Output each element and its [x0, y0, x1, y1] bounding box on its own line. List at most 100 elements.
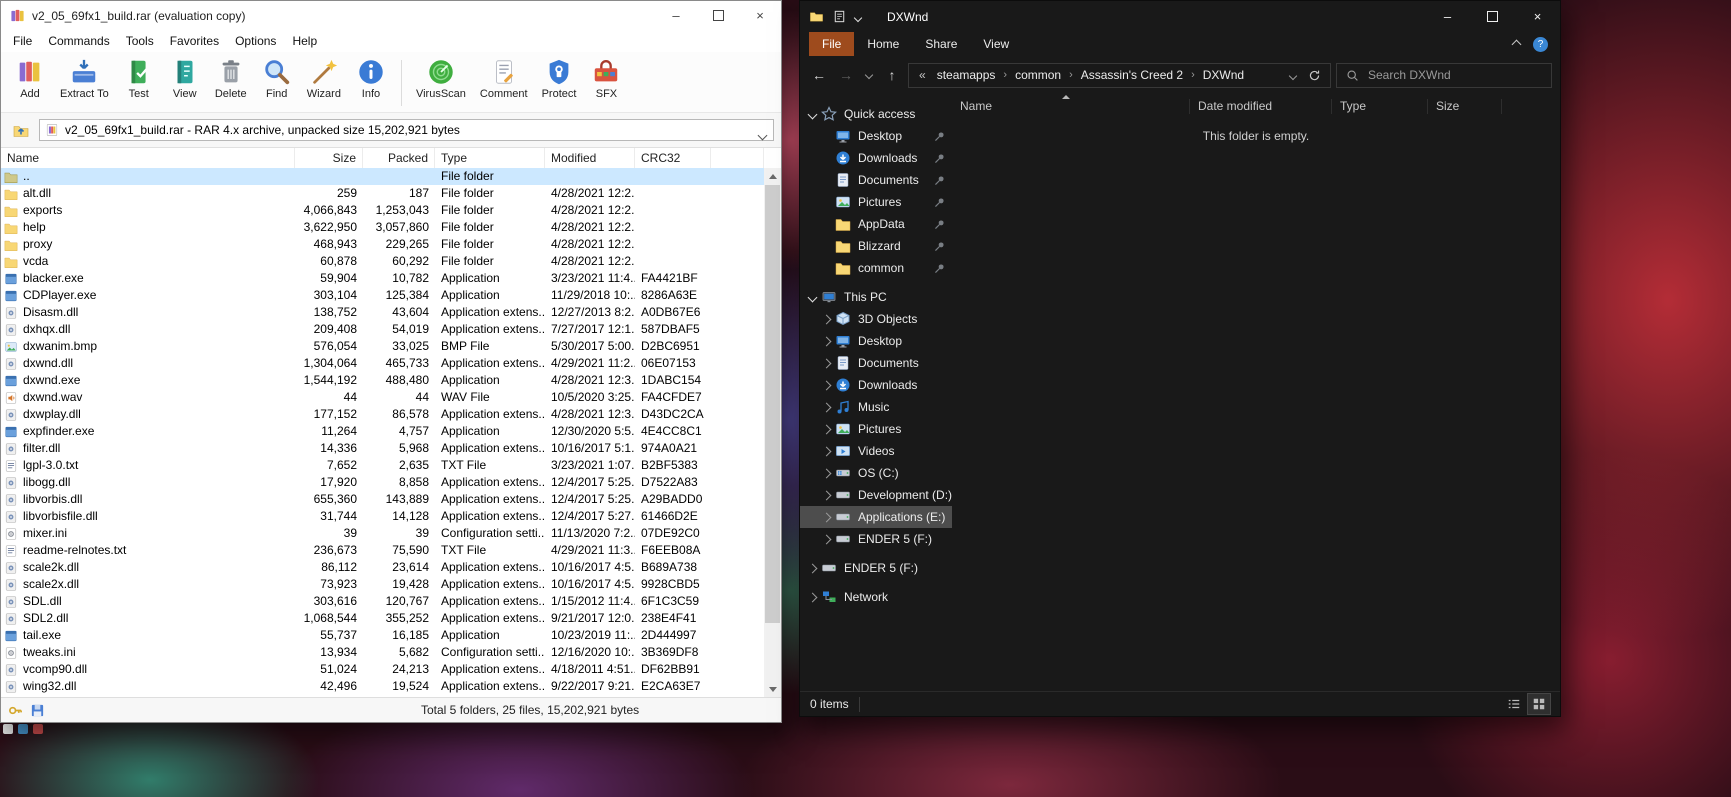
file-row-wing32-dll[interactable]: wing32.dll 42,496 19,524 Application extens… [1, 678, 764, 695]
chevron-down-icon[interactable] [805, 292, 820, 302]
breadcrumb-common[interactable]: common [1008, 65, 1068, 85]
file-name-cell[interactable]: dxwplay.dll [1, 406, 295, 423]
chevron-right-icon[interactable] [819, 424, 834, 434]
protect-button[interactable]: Protect [535, 54, 584, 100]
maximize-button[interactable] [1470, 1, 1515, 32]
file-row-vcomp90-dll[interactable]: vcomp90.dll 51,024 24,213 Application exten… [1, 661, 764, 678]
file-name-cell[interactable]: scale2x.dll [1, 576, 295, 593]
file-row-exports[interactable]: exports 4,066,843 1,253,043 File folder 4/28… [1, 202, 764, 219]
minimize-button[interactable]: – [655, 1, 697, 30]
background-window-sliver[interactable] [3, 724, 43, 734]
file-name-cell[interactable]: dxwnd.dll [1, 355, 295, 372]
archive-path-combobox[interactable]: v2_05_69fx1_build.rar - RAR 4.x archive,… [39, 119, 774, 141]
file-row-dxwanim-bmp[interactable]: dxwanim.bmp 576,054 33,025 BMP File 5/30/201… [1, 338, 764, 355]
file-row-disasm-dll[interactable]: Disasm.dll 138,752 43,604 Application exten… [1, 304, 764, 321]
file-name-cell[interactable]: lgpl-3.0.txt [1, 457, 295, 474]
sidebar-item-pictures[interactable]: Pictures [800, 418, 952, 440]
delete-button[interactable]: Delete [208, 54, 254, 100]
file-name-cell[interactable]: CDPlayer.exe [1, 287, 295, 304]
file-name-cell[interactable]: vcomp90.dll [1, 661, 295, 678]
chevron-right-icon[interactable] [819, 402, 834, 412]
column-header-packed[interactable]: Packed [363, 148, 435, 168]
column-header-name[interactable]: Name [1, 148, 295, 168]
file-row-readme-relnotes-txt[interactable]: readme-relnotes.txt 236,673 75,590 TXT File… [1, 542, 764, 559]
file-name-cell[interactable]: tweaks.ini [1, 644, 295, 661]
sidebar-item-downloads[interactable]: Downloads [800, 147, 952, 169]
menu-tools[interactable]: Tools [118, 31, 162, 51]
sidebar-item-common[interactable]: common [800, 257, 952, 279]
file-name-cell[interactable]: libvorbis.dll [1, 491, 295, 508]
chevron-right-icon[interactable] [819, 490, 834, 500]
file-name-cell[interactable]: .. [1, 168, 295, 185]
menu-commands[interactable]: Commands [40, 31, 117, 51]
column-header-size[interactable]: Size [295, 148, 363, 168]
close-button[interactable]: × [1515, 1, 1560, 32]
up-one-level-button[interactable] [8, 119, 34, 141]
column-header-name[interactable]: Name [952, 99, 1190, 114]
file-name-cell[interactable]: tail.exe [1, 627, 295, 644]
file-row-dxwplay-dll[interactable]: dxwplay.dll 177,152 86,578 Application exte… [1, 406, 764, 423]
chevron-right-icon[interactable] [819, 446, 834, 456]
ribbon-tab-home[interactable]: Home [854, 32, 912, 56]
file-row-dxwnd-exe[interactable]: dxwnd.exe 1,544,192 488,480 Application 4/28… [1, 372, 764, 389]
sidebar-item-videos[interactable]: Videos [800, 440, 952, 462]
ribbon-tab-share[interactable]: Share [912, 32, 970, 56]
maximize-button[interactable] [697, 1, 739, 30]
search-box[interactable] [1336, 62, 1552, 88]
file-row-mixer-ini[interactable]: mixer.ini 39 39 Configuration setti... 11/13… [1, 525, 764, 542]
chevron-right-icon[interactable] [805, 592, 820, 602]
sidebar-item-os-c[interactable]: OS (C:) [800, 462, 952, 484]
file-row-blacker-exe[interactable]: blacker.exe 59,904 10,782 Application 3/23/2… [1, 270, 764, 287]
column-header-type[interactable]: Type [1332, 99, 1428, 114]
back-button[interactable]: ← [808, 67, 830, 83]
column-header-date-modified[interactable]: Date modified [1190, 99, 1332, 114]
forward-button[interactable]: → [835, 67, 857, 83]
menu-favorites[interactable]: Favorites [162, 31, 227, 51]
file-row-alt-dll[interactable]: alt.dll 259 187 File folder 4/28/2021 12:2..… [1, 185, 764, 202]
details-view-button[interactable] [1503, 694, 1525, 714]
file-name-cell[interactable]: dxhqx.dll [1, 321, 295, 338]
breadcrumb-steamapps[interactable]: steamapps [930, 65, 1003, 85]
file-name-cell[interactable]: mixer.ini [1, 525, 295, 542]
file-name-cell[interactable]: SDL2.dll [1, 610, 295, 627]
file-row-parent[interactable]: .. File folder [1, 168, 764, 185]
address-dropdown-icon[interactable] [1288, 68, 1298, 82]
sidebar-item-quick-access[interactable]: Quick access [800, 103, 952, 125]
qat-customize-chevron-icon[interactable] [853, 10, 863, 24]
menu-file[interactable]: File [5, 31, 40, 51]
winrar-titlebar[interactable]: v2_05_69fx1_build.rar (evaluation copy) … [1, 1, 781, 30]
file-name-cell[interactable]: wing32.dll [1, 678, 295, 695]
file-name-cell[interactable]: vcda [1, 253, 295, 270]
address-bar[interactable]: «steamapps › common › Assassin's Creed 2 › DXW… [908, 62, 1331, 88]
file-row-sdl-dll[interactable]: SDL.dll 303,616 120,767 Application extens.… [1, 593, 764, 610]
comment-button[interactable]: Comment [473, 54, 535, 100]
file-name-cell[interactable]: filter.dll [1, 440, 295, 457]
file-row-filter-dll[interactable]: filter.dll 14,336 5,968 Application extens.… [1, 440, 764, 457]
refresh-icon[interactable] [1308, 69, 1321, 82]
file-name-cell[interactable]: scale2k.dll [1, 559, 295, 576]
ribbon-tab-view[interactable]: View [970, 32, 1022, 56]
column-header-type[interactable]: Type [435, 148, 545, 168]
sidebar-item-music[interactable]: Music [800, 396, 952, 418]
file-name-cell[interactable]: Disasm.dll [1, 304, 295, 321]
ribbon-collapse-icon[interactable] [1511, 37, 1522, 51]
file-name-cell[interactable]: blacker.exe [1, 270, 295, 287]
sidebar-item-downloads[interactable]: Downloads [800, 374, 952, 396]
file-row-libogg-dll[interactable]: libogg.dll 17,920 8,858 Application extens.… [1, 474, 764, 491]
vertical-scrollbar[interactable] [764, 168, 781, 697]
chevron-right-icon[interactable] [819, 380, 834, 390]
virusscan-button[interactable]: VirusScan [409, 54, 473, 100]
file-name-cell[interactable]: readme-relnotes.txt [1, 542, 295, 559]
info-button[interactable]: Info [348, 54, 394, 100]
breadcrumb-dxwnd[interactable]: DXWnd [1196, 65, 1251, 85]
sidebar-item-applications-e[interactable]: Applications (E:) [800, 506, 952, 528]
sidebar-item-ender-5-f[interactable]: ENDER 5 (F:) [800, 528, 952, 550]
combobox-dropdown-icon[interactable] [757, 128, 768, 142]
file-row-help[interactable]: help 3,622,950 3,057,860 File folder 4/28/20… [1, 219, 764, 236]
sidebar-item-3d-objects[interactable]: 3D Objects [800, 308, 952, 330]
scroll-down-icon[interactable] [764, 681, 781, 697]
chevron-down-icon[interactable] [805, 109, 820, 119]
wizard-button[interactable]: Wizard [300, 54, 348, 100]
sidebar-item-network[interactable]: Network [800, 586, 952, 608]
scrollbar-thumb[interactable] [765, 185, 780, 623]
